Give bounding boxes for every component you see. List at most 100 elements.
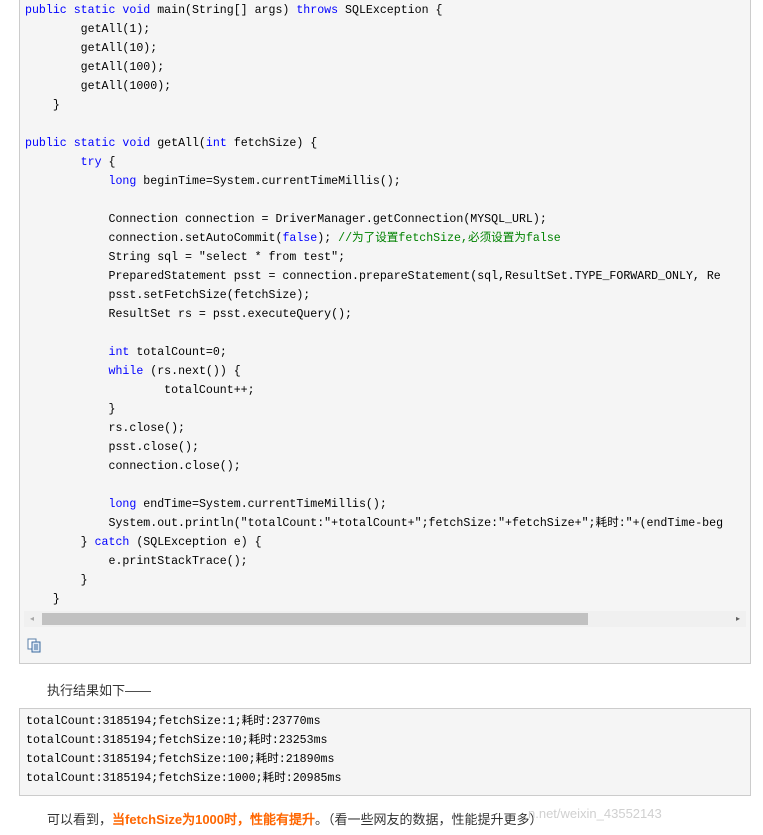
output-line: totalCount:3185194;fetchSize:1;耗时:23770m… bbox=[26, 715, 321, 728]
code-keyword: int bbox=[108, 346, 130, 359]
code-line: getAll(1000); bbox=[25, 77, 751, 96]
code-text: rs.close(); bbox=[25, 422, 186, 435]
code-line: System.out.println("totalCount:"+totalCo… bbox=[25, 514, 751, 533]
output-line: totalCount:3185194;fetchSize:1000;耗时:209… bbox=[26, 772, 342, 785]
code-text: getAll(10); bbox=[25, 42, 158, 55]
copy-icon[interactable] bbox=[26, 637, 42, 653]
code-text: totalCount=0; bbox=[129, 346, 227, 359]
code-text: PreparedStatement psst = connection.prep… bbox=[25, 270, 721, 283]
code-text: System.out.println("totalCount:"+totalCo… bbox=[25, 517, 724, 530]
code-keyword: long bbox=[108, 175, 137, 188]
code-text: psst.setFetchSize(fetchSize); bbox=[25, 289, 311, 302]
horizontal-scrollbar[interactable]: ◂ ▸ bbox=[24, 611, 746, 627]
code-text: SQLException { bbox=[338, 4, 443, 17]
code-keyword: try bbox=[80, 156, 102, 169]
code-text: getAll(1); bbox=[25, 23, 151, 36]
code-line: } bbox=[25, 590, 751, 609]
code-text: e.printStackTrace(); bbox=[25, 555, 248, 568]
code-line: ResultSet rs = psst.executeQuery(); bbox=[25, 305, 751, 324]
code-line: } catch (SQLException e) { bbox=[25, 533, 751, 552]
code-block: public static void main(String[] args) t… bbox=[19, 0, 751, 664]
code-line: rs.close(); bbox=[25, 419, 751, 438]
code-line: e.printStackTrace(); bbox=[25, 552, 751, 571]
code-text: (SQLException e) { bbox=[129, 536, 262, 549]
code-text: (rs.next()) { bbox=[143, 365, 241, 378]
code-line: psst.close(); bbox=[25, 438, 751, 457]
code-text: } bbox=[25, 574, 88, 587]
code-line: String sql = "select * from test"; bbox=[25, 248, 751, 267]
output-line: totalCount:3185194;fetchSize:100;耗时:2189… bbox=[26, 753, 335, 766]
code-text: totalCount++; bbox=[25, 384, 255, 397]
code-line: psst.setFetchSize(fetchSize); bbox=[25, 286, 751, 305]
code-text: connection.setAutoCommit( bbox=[25, 232, 283, 245]
conclusion-highlight: 当fetchSize为1000时，性能有提升 bbox=[112, 812, 316, 827]
conclusion-prefix: 可以看到， bbox=[47, 812, 113, 827]
code-line: connection.close(); bbox=[25, 457, 751, 476]
code-line: totalCount++; bbox=[25, 381, 751, 400]
scroll-left-arrow-icon[interactable]: ◂ bbox=[24, 611, 40, 627]
code-toolbar bbox=[26, 637, 42, 653]
output-block: totalCount:3185194;fetchSize:1;耗时:23770m… bbox=[19, 708, 751, 796]
code-keyword: public static void bbox=[25, 4, 151, 17]
conclusion-text: 可以看到，当fetchSize为1000时，性能有提升。（看一些网友的数据，性能… bbox=[47, 809, 543, 828]
code-text: } bbox=[25, 536, 95, 549]
code-text: fetchSize) { bbox=[226, 137, 318, 150]
code-line: getAll(100); bbox=[25, 58, 751, 77]
code-text: ResultSet rs = psst.executeQuery(); bbox=[25, 308, 352, 321]
code-keyword: throws bbox=[296, 4, 339, 17]
code-line: PreparedStatement psst = connection.prep… bbox=[25, 267, 751, 286]
code-text: getAll(100); bbox=[25, 61, 165, 74]
code-keyword: int bbox=[205, 137, 227, 150]
code-line: } bbox=[25, 571, 751, 590]
code-text: String sql = "select * from test"; bbox=[25, 251, 346, 264]
code-line: public static void getAll(int fetchSize)… bbox=[25, 134, 751, 153]
code-line: Connection connection = DriverManager.ge… bbox=[25, 210, 751, 229]
code-text: getAll(1000); bbox=[25, 80, 172, 93]
code-text: beginTime=System.currentTimeMillis(); bbox=[136, 175, 401, 188]
code-line: } bbox=[25, 400, 751, 419]
result-intro-text: 执行结果如下—— bbox=[47, 683, 152, 698]
code-lines: public static void main(String[] args) t… bbox=[25, 1, 751, 609]
code-text: } bbox=[25, 403, 116, 416]
code-line: } bbox=[25, 96, 751, 115]
code-keyword: long bbox=[108, 498, 137, 511]
code-text: ); bbox=[317, 232, 339, 245]
scroll-right-arrow-icon[interactable]: ▸ bbox=[730, 611, 746, 627]
watermark: n.net/weixin_43552143 bbox=[528, 806, 662, 821]
code-keyword: catch bbox=[94, 536, 130, 549]
code-text: getAll( bbox=[150, 137, 206, 150]
code-text: { bbox=[101, 156, 116, 169]
code-line: int totalCount=0; bbox=[25, 343, 751, 362]
code-line: while (rs.next()) { bbox=[25, 362, 751, 381]
code-line: getAll(1); bbox=[25, 20, 751, 39]
scrollbar-thumb[interactable] bbox=[42, 613, 588, 625]
code-text: endTime=System.currentTimeMillis(); bbox=[136, 498, 387, 511]
code-text: } bbox=[25, 99, 60, 112]
code-line: public static void main(String[] args) t… bbox=[25, 1, 751, 20]
code-line: long beginTime=System.currentTimeMillis(… bbox=[25, 172, 751, 191]
code-text: } bbox=[25, 593, 60, 606]
conclusion-suffix: 。（看一些网友的数据，性能提升更多） bbox=[315, 812, 543, 827]
code-line: long endTime=System.currentTimeMillis(); bbox=[25, 495, 751, 514]
code-line: connection.setAutoCommit(false); //为了设置f… bbox=[25, 229, 751, 248]
code-text: connection.close(); bbox=[25, 460, 241, 473]
code-keyword: while bbox=[108, 365, 144, 378]
code-comment: //为了设置fetchSize,必须设置为false bbox=[338, 232, 561, 245]
code-keyword: false bbox=[282, 232, 318, 245]
output-line: totalCount:3185194;fetchSize:10;耗时:23253… bbox=[26, 734, 328, 747]
code-text: main(String[] args) bbox=[150, 4, 297, 17]
code-text: Connection connection = DriverManager.ge… bbox=[25, 213, 547, 226]
code-line: getAll(10); bbox=[25, 39, 751, 58]
code-keyword: public static void bbox=[25, 137, 151, 150]
code-line: try { bbox=[25, 153, 751, 172]
code-text: psst.close(); bbox=[25, 441, 199, 454]
